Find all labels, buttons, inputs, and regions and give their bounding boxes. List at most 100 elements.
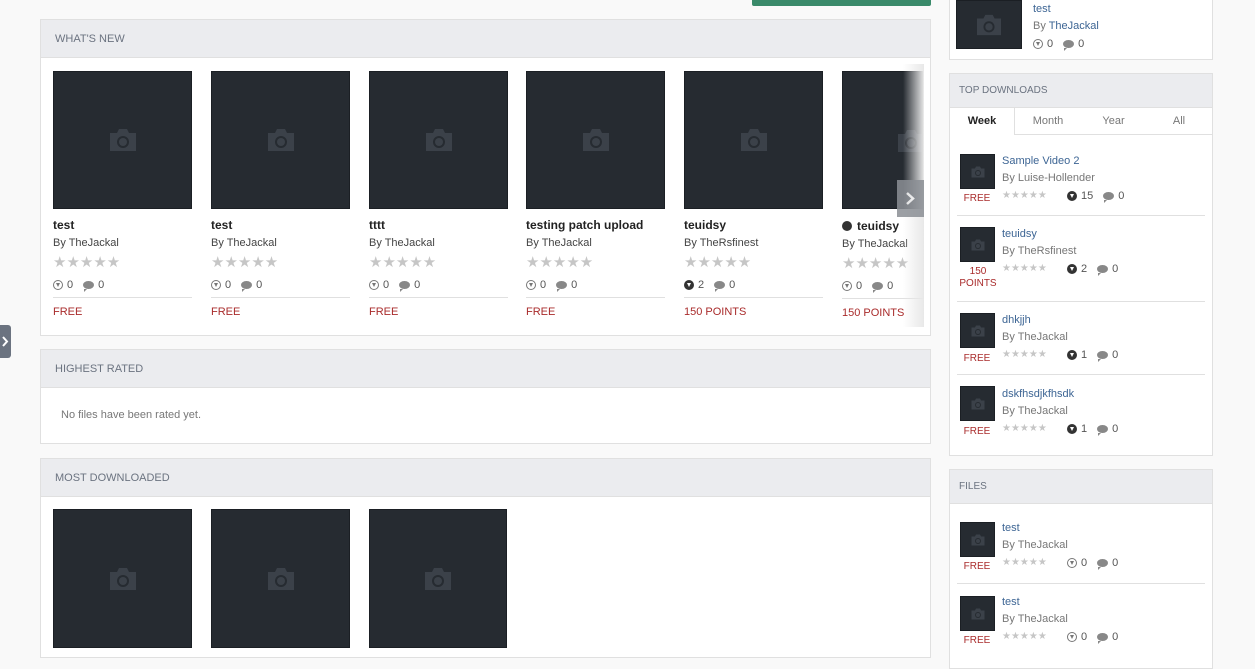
- file-title[interactable]: testing patch upload: [526, 218, 643, 232]
- list-divider: [957, 374, 1205, 375]
- file-title[interactable]: teuidsy: [842, 219, 899, 233]
- rating-stars: ★★★★★: [1002, 631, 1047, 642]
- file-thumb[interactable]: [960, 313, 995, 348]
- file-author[interactable]: By TheJackal: [526, 237, 592, 249]
- comment-count: 0: [729, 279, 736, 291]
- file-title-text: teuidsy: [684, 218, 727, 232]
- camera-icon: [971, 398, 984, 409]
- tab-week[interactable]: Week: [950, 108, 1015, 135]
- camera-icon: [109, 129, 136, 151]
- download-count: 0: [67, 279, 74, 291]
- sidebar-recent-author-line: By TheJackal: [1033, 20, 1099, 32]
- comment-icon: [1063, 40, 1075, 51]
- camera-icon: [971, 239, 984, 250]
- comment-icon: [399, 281, 411, 292]
- file-author[interactable]: By TheJackal: [1002, 405, 1068, 417]
- file-thumb[interactable]: [960, 386, 995, 421]
- carousel-next-button[interactable]: [897, 180, 924, 217]
- file-title[interactable]: tttt: [369, 218, 385, 232]
- file-title[interactable]: test: [1002, 596, 1020, 608]
- file-author[interactable]: By TheJackal: [1002, 539, 1068, 551]
- file-price: FREE: [963, 353, 991, 364]
- comment-count: 0: [1112, 631, 1119, 643]
- tab-all[interactable]: All: [1146, 108, 1212, 135]
- file-stats: 0 0: [211, 279, 262, 292]
- comment-icon: [83, 281, 95, 292]
- comment-icon: [1097, 351, 1109, 362]
- file-title-text: teuidsy: [857, 219, 900, 233]
- file-thumb[interactable]: [960, 596, 995, 631]
- download-icon: [1067, 191, 1077, 201]
- download-icon: [1067, 264, 1077, 274]
- file-title-text: tttt: [369, 218, 385, 232]
- card-divider: [684, 297, 823, 298]
- file-author[interactable]: By TheJackal: [53, 237, 119, 249]
- file-title[interactable]: teuidsy: [684, 218, 726, 232]
- file-author[interactable]: By TheRsfinest: [1002, 245, 1076, 257]
- file-title[interactable]: Sample Video 2: [1002, 155, 1079, 167]
- most-downloaded-thumb[interactable]: [211, 509, 350, 648]
- file-author[interactable]: By TheJackal: [1002, 613, 1068, 625]
- comment-count: 0: [1112, 423, 1119, 435]
- file-thumb[interactable]: [684, 71, 823, 209]
- comment-count: 0: [1078, 38, 1085, 50]
- comment-count: 0: [571, 279, 578, 291]
- tab-year[interactable]: Year: [1081, 108, 1146, 135]
- comment-icon: [714, 281, 726, 292]
- sidebar-recent-author[interactable]: TheJackal: [1049, 20, 1099, 32]
- file-author[interactable]: By TheJackal: [842, 238, 908, 250]
- file-author[interactable]: By TheJackal: [369, 237, 435, 249]
- download-count: 0: [1081, 631, 1088, 643]
- file-thumb[interactable]: [960, 154, 995, 189]
- highest-rated-panel: HIGHEST RATED No files have been rated y…: [40, 349, 931, 444]
- file-price: 150 POINTS: [959, 266, 997, 289]
- file-title[interactable]: dhkjjh: [1002, 314, 1031, 326]
- most-downloaded-thumb[interactable]: [53, 509, 192, 648]
- file-author[interactable]: By TheJackal: [211, 237, 277, 249]
- list-divider: [957, 215, 1205, 216]
- file-stats: 1 0: [1067, 423, 1119, 436]
- most-downloaded-thumb[interactable]: [369, 509, 507, 648]
- rating-stars: ★★★★★: [1002, 349, 1047, 360]
- rating-stars: ★★★★★: [369, 254, 437, 271]
- file-author[interactable]: By Luise-Hollender: [1002, 172, 1095, 184]
- rating-stars: ★★★★★: [684, 254, 752, 271]
- file-title[interactable]: test: [53, 218, 74, 232]
- file-stats: 15 0: [1067, 190, 1124, 203]
- comment-count: 0: [1112, 349, 1119, 361]
- file-stats: 0 0: [1067, 631, 1119, 644]
- file-price: FREE: [526, 306, 556, 318]
- status-dot-icon: [842, 221, 852, 231]
- sidebar-toggle[interactable]: [0, 325, 11, 358]
- list-divider: [957, 583, 1205, 584]
- file-thumb[interactable]: [53, 71, 192, 209]
- file-title[interactable]: dskfhsdjkfhsdk: [1002, 388, 1074, 400]
- file-price: 150 POINTS: [684, 306, 747, 318]
- sidebar-recent-thumb[interactable]: [956, 0, 1022, 49]
- file-title-text: test: [53, 218, 75, 232]
- rating-stars: ★★★★★: [526, 254, 594, 271]
- rating-stars: ★★★★★: [53, 254, 121, 271]
- file-thumb[interactable]: [960, 522, 995, 557]
- submit-file-button[interactable]: [752, 0, 931, 6]
- comment-icon: [241, 281, 253, 292]
- file-thumb[interactable]: [211, 71, 350, 209]
- file-title[interactable]: test: [1002, 522, 1020, 534]
- rating-stars: ★★★★★: [1002, 263, 1047, 274]
- download-icon: [369, 280, 379, 290]
- tab-month[interactable]: Month: [1015, 108, 1081, 135]
- comment-count: 0: [887, 280, 894, 292]
- sidebar-recent-title[interactable]: test: [1033, 3, 1051, 15]
- file-author[interactable]: By TheJackal: [1002, 331, 1068, 343]
- file-thumb[interactable]: [526, 71, 665, 209]
- file-price: FREE: [53, 306, 83, 318]
- file-author[interactable]: By TheRsfinest: [684, 237, 758, 249]
- sidebar-recent-stats: 0 0: [1033, 38, 1085, 51]
- file-title[interactable]: test: [211, 218, 232, 232]
- file-thumb[interactable]: [369, 71, 508, 209]
- file-stats: 1 0: [1067, 349, 1119, 362]
- download-count: 1: [1081, 349, 1088, 361]
- file-thumb[interactable]: [960, 227, 995, 262]
- camera-icon: [971, 608, 984, 619]
- file-title[interactable]: teuidsy: [1002, 228, 1037, 240]
